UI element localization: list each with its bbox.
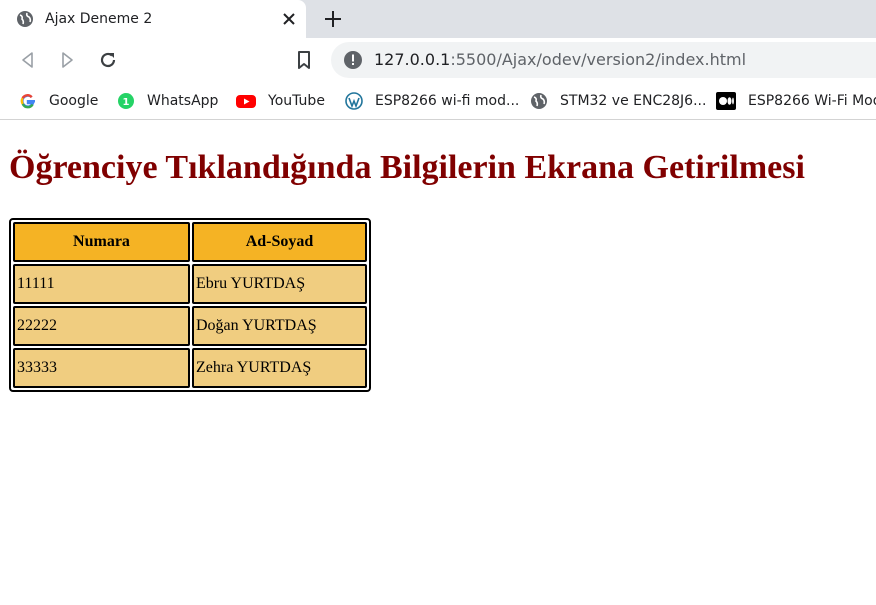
bookmark-label: YouTube — [268, 93, 325, 109]
bookmark-youtube[interactable]: YouTube — [236, 91, 325, 111]
table-row[interactable]: 11111 Ebru YURTDAŞ — [13, 264, 367, 304]
browser-toolbar: 127.0.0.1:5500/Ajax/odev/version2/index.… — [0, 38, 876, 82]
bookmark-esp8266-1[interactable]: ESP8266 wi-fi mod... — [345, 91, 519, 111]
bookmark-label: STM32 ve ENC28J6... — [560, 93, 707, 109]
tab-strip: Ajax Deneme 2 — [0, 0, 876, 38]
tab-title: Ajax Deneme 2 — [45, 11, 153, 27]
info-icon[interactable] — [343, 50, 363, 70]
google-icon — [20, 94, 35, 109]
youtube-icon — [236, 95, 256, 108]
whatsapp-icon: 1 — [118, 93, 134, 109]
table-row[interactable]: 33333 Zehra YURTDAŞ — [13, 348, 367, 388]
bookmark-stm32[interactable]: STM32 ve ENC28J6... — [530, 91, 706, 111]
cell-ad-soyad[interactable]: Doğan YURTDAŞ — [192, 306, 367, 346]
svg-text:1: 1 — [123, 97, 130, 108]
bookmark-icon[interactable] — [293, 49, 315, 71]
bookmark-label: WhatsApp — [147, 93, 219, 109]
bookmark-label: ESP8266 wi-fi mod... — [375, 93, 520, 109]
header-ad-soyad: Ad-Soyad — [192, 222, 367, 262]
new-tab-icon[interactable] — [322, 8, 344, 30]
table-header-row: Numara Ad-Soyad — [13, 222, 367, 262]
globe-icon — [531, 93, 547, 109]
cell-numara[interactable]: 11111 — [13, 264, 190, 304]
page-title: Öğrenciye Tıklandığında Bilgilerin Ekran… — [9, 149, 805, 186]
bookmark-google[interactable]: Google — [19, 91, 98, 111]
cell-ad-soyad[interactable]: Zehra YURTDAŞ — [192, 348, 367, 388]
bookmark-label: ESP8266 Wi-Fi Mod — [748, 93, 876, 109]
reload-icon[interactable] — [97, 49, 119, 71]
wordpress-icon — [345, 92, 363, 110]
cell-numara[interactable]: 22222 — [13, 306, 190, 346]
bookmark-label: Google — [49, 93, 99, 109]
student-table: Numara Ad-Soyad 11111 Ebru YURTDAŞ 22222… — [9, 218, 371, 392]
bookmark-whatsapp[interactable]: 1 WhatsApp — [117, 91, 218, 111]
medium-icon — [716, 92, 736, 110]
browser-tab[interactable]: Ajax Deneme 2 — [0, 0, 306, 38]
close-icon[interactable] — [280, 10, 298, 28]
back-icon[interactable] — [17, 49, 39, 71]
table-row[interactable]: 22222 Doğan YURTDAŞ — [13, 306, 367, 346]
bookmark-esp8266-2[interactable]: ESP8266 Wi-Fi Mod — [716, 91, 876, 111]
header-numara: Numara — [13, 222, 190, 262]
url-host: 127.0.0.1 — [374, 50, 451, 69]
bookmarks-bar: Google 1 WhatsApp YouTube ESP8266 wi-fi … — [0, 82, 876, 120]
url-text: 127.0.0.1:5500/Ajax/odev/version2/index.… — [374, 50, 746, 70]
page-content: Öğrenciye Tıklandığında Bilgilerin Ekran… — [0, 121, 876, 605]
cell-ad-soyad[interactable]: Ebru YURTDAŞ — [192, 264, 367, 304]
address-bar[interactable]: 127.0.0.1:5500/Ajax/odev/version2/index.… — [331, 42, 876, 78]
globe-icon — [17, 11, 33, 27]
url-path: :5500/Ajax/odev/version2/index.html — [450, 50, 747, 69]
forward-icon[interactable] — [56, 49, 78, 71]
cell-numara[interactable]: 33333 — [13, 348, 190, 388]
